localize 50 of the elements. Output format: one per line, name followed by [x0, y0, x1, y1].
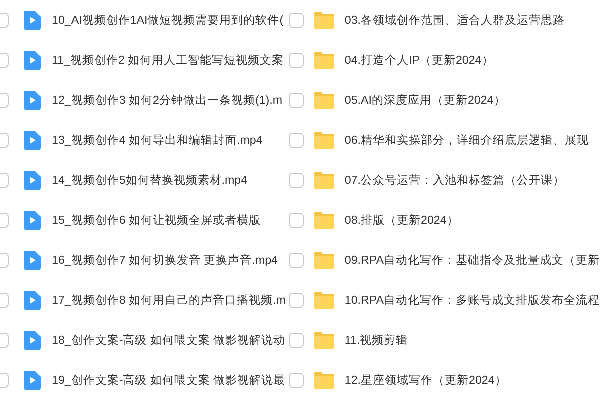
folder-icon	[314, 292, 334, 308]
checkbox[interactable]	[288, 372, 304, 388]
folder-icon	[314, 92, 334, 108]
file-name[interactable]: 08.排版（更新2024）	[344, 212, 459, 228]
video-file-icon	[24, 250, 41, 270]
checkbox[interactable]	[288, 12, 304, 28]
checkbox[interactable]	[288, 92, 304, 108]
folder-icon	[314, 372, 334, 388]
file-name[interactable]: 09.RPA自动化写作：基础指令及批量成文（更新	[344, 252, 600, 268]
video-file-icon	[24, 130, 41, 150]
file-name[interactable]: 12.星座领域写作（更新2024）	[344, 372, 507, 388]
folder-icon	[314, 12, 334, 28]
file-name[interactable]: 03.各领域创作范围、适合人群及运营思路	[344, 12, 566, 28]
folder-icon	[314, 252, 334, 268]
video-file-icon	[24, 50, 41, 70]
video-file-icon	[24, 330, 41, 350]
video-file-icon	[24, 370, 41, 390]
file-name[interactable]: 17_视频创作8 如何用自己的声音口播视频.m	[52, 292, 286, 308]
file-name[interactable]: 05.AI的深度应用（更新2024）	[344, 92, 506, 108]
file-name[interactable]: 04.打造个人IP（更新2024）	[344, 52, 494, 68]
file-name[interactable]: 11.视频剪辑	[344, 332, 408, 348]
video-file-icon	[24, 10, 41, 30]
checkbox[interactable]	[288, 132, 304, 148]
checkbox[interactable]	[288, 172, 304, 188]
video-file-icon	[24, 290, 41, 310]
folder-icon	[314, 332, 334, 348]
video-file-icon	[24, 170, 41, 190]
file-name[interactable]: 15_视频创作6 如何让视频全屏或者横版	[52, 212, 262, 228]
folder-icon	[314, 132, 334, 148]
file-name[interactable]: 19_创作文案-高级 如何喂文案 做影视解说最	[52, 372, 286, 388]
file-name[interactable]: 13_视频创作4 如何导出和编辑封面.mp4	[52, 132, 263, 148]
file-name[interactable]: 16_视频创作7 如何切换发音 更换声音.mp4	[52, 252, 278, 268]
checkbox[interactable]	[288, 52, 304, 68]
video-file-icon	[24, 90, 41, 110]
folder-icon	[314, 52, 334, 68]
folder-icon	[314, 172, 334, 188]
file-name[interactable]: 11_视频创作2 如何用人工智能写短视频文案	[52, 52, 284, 68]
checkbox[interactable]	[288, 292, 304, 308]
video-file-icon	[24, 210, 41, 230]
file-name[interactable]: 10_AI视频创作1AI做短视频需要用到的软件(	[52, 12, 284, 28]
file-name[interactable]: 06.精华和实操部分，详细介绍底层逻辑、展现	[344, 132, 590, 148]
file-name[interactable]: 12_视频创作3 如何2分钟做出一条视频(1).m	[52, 92, 283, 108]
file-name[interactable]: 14_视频创作5如何替换视频素材.mp4	[52, 172, 248, 188]
file-name[interactable]: 10.RPA自动化写作：多账号成文排版发布全流程	[344, 292, 600, 308]
checkbox[interactable]	[288, 332, 304, 348]
file-name[interactable]: 18_创作文案-高级 如何喂文案 做影视解说动	[52, 332, 286, 348]
checkbox[interactable]	[288, 252, 304, 268]
checkbox[interactable]	[288, 212, 304, 228]
file-name[interactable]: 07.公众号运营：入池和标签篇（公开课）	[344, 172, 566, 188]
folder-icon	[314, 212, 334, 228]
